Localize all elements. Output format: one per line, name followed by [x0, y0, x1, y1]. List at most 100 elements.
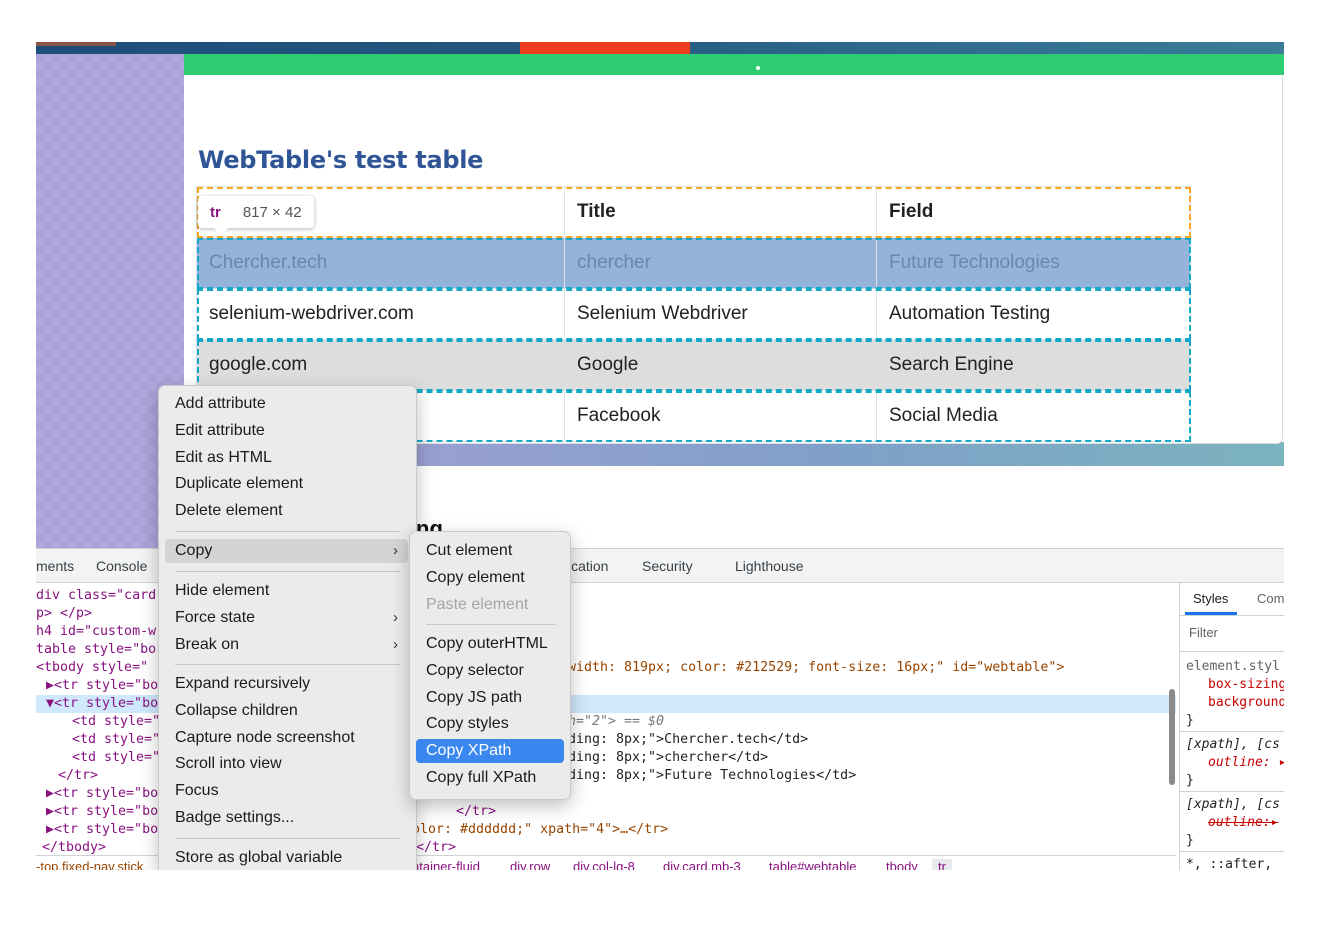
- tab-application[interactable]: ication: [568, 558, 608, 574]
- menu-item-copy-selector[interactable]: Copy selector: [416, 659, 564, 683]
- table-header-field: Field: [876, 186, 1191, 238]
- tab-console[interactable]: Console: [96, 558, 147, 574]
- menu-item-cut-element[interactable]: Cut element: [416, 539, 564, 563]
- green-banner: [184, 54, 1284, 75]
- menu-item-collapse-children[interactable]: Collapse children: [165, 699, 408, 723]
- menu-item-duplicate-element[interactable]: Duplicate element: [165, 472, 408, 496]
- menu-item-copy-full-xpath[interactable]: Copy full XPath: [416, 766, 564, 790]
- style-prop[interactable]: background: [1208, 695, 1284, 710]
- dom-line[interactable]: <td style=": [72, 731, 160, 749]
- tooltip-tag: tr: [210, 203, 221, 221]
- breadcrumb-item[interactable]: div.row: [510, 859, 550, 870]
- chevron-right-icon: ›: [393, 609, 398, 626]
- menu-item-copy-element[interactable]: Copy element: [416, 566, 564, 590]
- menu-item-store-as-global-variable[interactable]: Store as global variable: [165, 846, 408, 870]
- menu-item-label: Copy: [175, 542, 213, 559]
- menu-item-copy-xpath[interactable]: Copy XPath: [416, 739, 564, 763]
- menu-item-capture-node-screenshot[interactable]: Capture node screenshot: [165, 726, 408, 750]
- dom-line[interactable]: </tr>: [58, 767, 98, 785]
- dom-line[interactable]: <td style=": [72, 749, 160, 767]
- dom-line[interactable]: ▼<tr style="bo: [46, 695, 158, 713]
- style-rule-selector: element.styl: [1186, 659, 1280, 674]
- tab-computed[interactable]: Com: [1257, 591, 1284, 606]
- menu-item-badge-settings[interactable]: Badge settings...: [165, 806, 408, 830]
- menu-item-copy-styles[interactable]: Copy styles: [416, 712, 564, 736]
- menu-item-break-on[interactable]: Break on ›: [165, 633, 408, 657]
- style-brace: }: [1186, 773, 1194, 788]
- dom-line[interactable]: table style="bo: [36, 641, 156, 659]
- menu-item-hide-element[interactable]: Hide element: [165, 579, 408, 603]
- menu-item-label: Force state: [175, 609, 256, 626]
- menu-item-label: Break on: [175, 636, 240, 653]
- dom-line[interactable]: <td style=": [72, 713, 160, 731]
- tab-styles[interactable]: Styles: [1193, 591, 1228, 606]
- menu-item-edit-as-html[interactable]: Edit as HTML: [165, 446, 408, 470]
- breadcrumb-item[interactable]: -top.fixed-nav.stick: [36, 859, 143, 870]
- styles-tabs: Styles Com: [1180, 583, 1284, 616]
- table-cell: Automation Testing: [876, 288, 1191, 340]
- table-cell: Chercher.tech: [196, 237, 565, 289]
- menu-item-expand-recursively[interactable]: Expand recursively: [165, 672, 408, 696]
- table-cell: selenium-webdriver.com: [196, 288, 565, 340]
- style-prop[interactable]: box-sizing: [1208, 677, 1284, 692]
- menu-separator: [175, 571, 400, 572]
- tab-elements[interactable]: ments: [36, 558, 74, 574]
- tooltip-size: 817 × 42: [242, 203, 302, 221]
- table-row[interactable]: selenium-webdriver.com Selenium Webdrive…: [196, 288, 1191, 340]
- style-rule-selector: *, ::after,: [1186, 857, 1273, 870]
- tab-underline: [1185, 612, 1237, 615]
- dom-line[interactable]: h4 id="custom-w: [36, 623, 156, 641]
- dom-line[interactable]: ▶<tr style="bo: [46, 785, 158, 803]
- menu-item-copy-outerhtml[interactable]: Copy outerHTML: [416, 632, 564, 656]
- menu-item-paste-element: Paste element: [426, 596, 529, 613]
- menu-item-delete-element[interactable]: Delete element: [165, 499, 408, 523]
- dom-line[interactable]: div class="card: [36, 587, 156, 605]
- context-menu: Add attribute Edit attribute Edit as HTM…: [158, 385, 417, 870]
- menu-item-scroll-into-view[interactable]: Scroll into view: [165, 752, 408, 776]
- menu-item-copy[interactable]: Copy ›: [165, 539, 408, 563]
- breadcrumb-item[interactable]: ntainer-fluid: [412, 859, 480, 870]
- copy-submenu: Cut element Copy element Paste element C…: [409, 531, 571, 800]
- chevron-right-icon: ›: [393, 542, 398, 559]
- breadcrumb-item[interactable]: div.col-lg-8: [573, 859, 635, 870]
- style-brace: }: [1186, 833, 1194, 848]
- styles-pane: Styles Com Filter element.styl box-sizin…: [1179, 583, 1284, 870]
- table-header-row[interactable]: Title Field: [196, 186, 1191, 238]
- table-row[interactable]: google.com Google Search Engine: [196, 339, 1191, 391]
- table-cell: chercher: [564, 237, 877, 289]
- table-row[interactable]: Chercher.tech chercher Future Technologi…: [196, 237, 1191, 289]
- table-cell: Selenium Webdriver: [564, 288, 877, 340]
- site-header-bar: [36, 42, 1284, 54]
- tab-lighthouse[interactable]: Lighthouse: [735, 558, 804, 574]
- dom-line[interactable]: <tbody style=": [36, 659, 148, 677]
- style-prop[interactable]: outline: ▸: [1208, 755, 1284, 770]
- dom-line[interactable]: ▶<tr style="bo: [46, 803, 158, 821]
- tab-security[interactable]: Security: [642, 558, 693, 574]
- dom-line[interactable]: ▶<tr style="bo: [46, 821, 158, 839]
- menu-item-focus[interactable]: Focus: [165, 779, 408, 803]
- breadcrumb-item[interactable]: table#webtable: [769, 859, 856, 870]
- menu-separator: [175, 664, 400, 665]
- page-title: WebTable's test table: [198, 146, 484, 174]
- dom-line[interactable]: p> </p>: [36, 605, 92, 623]
- menu-separator: [426, 624, 556, 625]
- style-prop[interactable]: outline:▸: [1208, 815, 1278, 830]
- style-brace: }: [1186, 713, 1194, 728]
- menu-item-copy-js-path[interactable]: Copy JS path: [416, 686, 564, 710]
- menu-separator: [175, 531, 400, 532]
- styles-filter-input[interactable]: Filter: [1189, 625, 1218, 640]
- table-header-title: Title: [564, 186, 877, 238]
- logo-fragment: [36, 42, 116, 46]
- breadcrumb-item[interactable]: tbody: [886, 859, 918, 870]
- menu-item-add-attribute[interactable]: Add attribute: [165, 392, 408, 416]
- menu-item-force-state[interactable]: Force state ›: [165, 606, 408, 630]
- divider: [1180, 791, 1284, 792]
- breadcrumb-item[interactable]: div.card.mb-3: [663, 859, 741, 870]
- divider: [1180, 651, 1284, 652]
- breadcrumb-item[interactable]: tr: [932, 859, 952, 870]
- table-cell: Search Engine: [876, 339, 1191, 391]
- dom-line[interactable]: ▶<tr style="bo: [46, 677, 158, 695]
- chevron-right-icon: ›: [393, 636, 398, 653]
- dom-scrollbar[interactable]: [1169, 689, 1175, 785]
- menu-item-edit-attribute[interactable]: Edit attribute: [165, 419, 408, 443]
